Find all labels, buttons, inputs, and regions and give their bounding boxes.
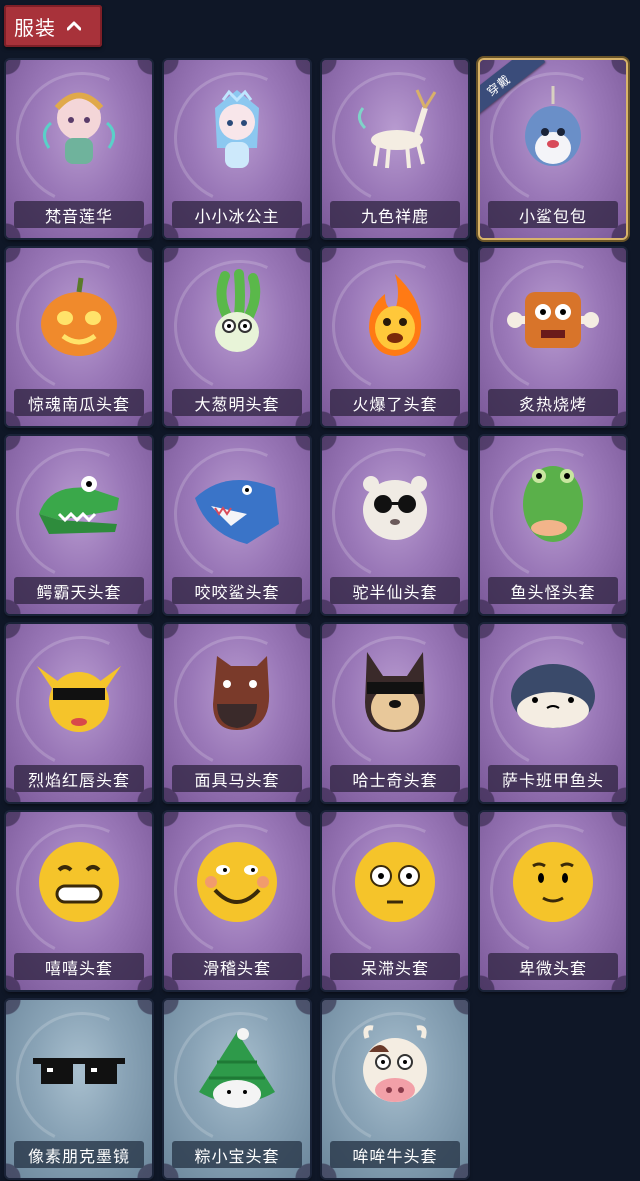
sacabambaspis-fish-head-icon <box>503 642 603 742</box>
costume-name: 九色祥鹿 <box>360 206 429 226</box>
costume-card[interactable]: 面具马头套 <box>164 624 310 802</box>
card-name-bar: 像素朋克墨镜 <box>14 1141 144 1168</box>
costume-name: 鳄霸天头套 <box>36 582 122 602</box>
card-name-bar: 呆滞头套 <box>330 953 460 980</box>
costume-card[interactable]: 粽小宝头套 <box>164 1000 310 1178</box>
bbq-meat-head-icon <box>503 266 603 366</box>
costume-name: 炙热烧烤 <box>518 394 587 414</box>
pumpkin-head-icon <box>29 266 129 366</box>
costume-card[interactable]: 哈士奇头套 <box>322 624 468 802</box>
costume-name: 哞哞牛头套 <box>352 1146 438 1166</box>
little-shark-bag-icon <box>503 78 603 178</box>
shark-head-icon <box>187 454 287 554</box>
dazed-emoji-head-icon <box>345 830 445 930</box>
costume-name: 梵音莲华 <box>44 206 113 226</box>
fish-monster-head-icon <box>503 454 603 554</box>
card-name-bar: 烈焰红唇头套 <box>14 765 144 792</box>
lotus-fairy-character-icon <box>29 78 129 178</box>
card-name-bar: 粽小宝头套 <box>172 1141 302 1168</box>
costume-name: 烈焰红唇头套 <box>27 770 130 790</box>
costume-card[interactable]: 小鲨包包 穿戴 <box>480 60 626 238</box>
costume-name: 呆滞头套 <box>360 958 429 978</box>
card-name-bar: 咬咬鲨头套 <box>172 577 302 604</box>
costume-card[interactable]: 驼半仙头套 <box>322 436 468 614</box>
costume-name: 滑稽头套 <box>202 958 271 978</box>
card-name-bar: 梵音莲华 <box>14 201 144 228</box>
costume-card[interactable]: 卑微头套 <box>480 812 626 990</box>
costume-card[interactable]: 像素朋克墨镜 <box>6 1000 152 1178</box>
zongzi-head-icon <box>187 1018 287 1118</box>
green-onion-head-icon <box>187 266 287 366</box>
costume-card[interactable]: 咬咬鲨头套 <box>164 436 310 614</box>
costume-grid: 梵音莲华 小小冰公主 九色祥鹿 小鲨包包 穿戴惊魂南瓜头套 大葱明头套 火爆了头套 炙热烧烤鳄… <box>0 0 640 1181</box>
costume-name: 大葱明头套 <box>194 394 280 414</box>
costume-name: 面具马头套 <box>194 770 280 790</box>
nine-color-deer-icon <box>345 78 445 178</box>
costume-card[interactable]: 炙热烧烤 <box>480 248 626 426</box>
costume-name: 哈士奇头套 <box>352 770 438 790</box>
card-name-bar: 大葱明头套 <box>172 389 302 416</box>
pixel-sunglasses-icon <box>29 1018 129 1118</box>
costume-card[interactable]: 九色祥鹿 <box>322 60 468 238</box>
costume-name: 小小冰公主 <box>194 206 280 226</box>
card-name-bar: 鳄霸天头套 <box>14 577 144 604</box>
costume-name: 惊魂南瓜头套 <box>27 394 130 414</box>
funny-smile-emoji-head-icon <box>187 830 287 930</box>
costume-name: 粽小宝头套 <box>194 1146 280 1166</box>
card-name-bar: 惊魂南瓜头套 <box>14 389 144 416</box>
card-name-bar: 炙热烧烤 <box>488 389 618 416</box>
card-name-bar: 小鲨包包 <box>488 201 618 228</box>
costume-card[interactable]: 呆滞头套 <box>322 812 468 990</box>
card-name-bar: 驼半仙头套 <box>330 577 460 604</box>
costume-card[interactable]: 鱼头怪头套 <box>480 436 626 614</box>
costume-card[interactable]: 梵音莲华 <box>6 60 152 238</box>
costume-card[interactable]: 大葱明头套 <box>164 248 310 426</box>
horse-mask-head-icon <box>187 642 287 742</box>
card-name-bar: 鱼头怪头套 <box>488 577 618 604</box>
costume-name: 萨卡班甲鱼头 <box>501 770 604 790</box>
costume-card[interactable]: 萨卡班甲鱼头 <box>480 624 626 802</box>
card-name-bar: 哞哞牛头套 <box>330 1141 460 1168</box>
costume-name: 鱼头怪头套 <box>510 582 596 602</box>
card-name-bar: 九色祥鹿 <box>330 201 460 228</box>
costume-name: 火爆了头套 <box>352 394 438 414</box>
card-name-bar: 嘻嘻头套 <box>14 953 144 980</box>
card-name-bar: 卑微头套 <box>488 953 618 980</box>
card-name-bar: 哈士奇头套 <box>330 765 460 792</box>
card-name-bar: 面具马头套 <box>172 765 302 792</box>
costume-card[interactable]: 烈焰红唇头套 <box>6 624 152 802</box>
card-name-bar: 小小冰公主 <box>172 201 302 228</box>
costume-card[interactable]: 火爆了头套 <box>322 248 468 426</box>
card-name-bar: 滑稽头套 <box>172 953 302 980</box>
costume-card[interactable]: 小小冰公主 <box>164 60 310 238</box>
costume-name: 驼半仙头套 <box>352 582 438 602</box>
costume-card[interactable]: 鳄霸天头套 <box>6 436 152 614</box>
yellow-mouse-sunglasses-head-icon <box>29 642 129 742</box>
humble-emoji-head-icon <box>503 830 603 930</box>
alpaca-sunglasses-head-icon <box>345 454 445 554</box>
costume-card[interactable]: 哞哞牛头套 <box>322 1000 468 1178</box>
husky-sunglasses-head-icon <box>345 642 445 742</box>
costume-name: 小鲨包包 <box>518 206 587 226</box>
costume-name: 像素朋克墨镜 <box>27 1146 130 1166</box>
fire-head-icon <box>345 266 445 366</box>
ice-princess-character-icon <box>187 78 287 178</box>
card-name-bar: 火爆了头套 <box>330 389 460 416</box>
costume-name: 卑微头套 <box>518 958 587 978</box>
cow-head-icon <box>345 1018 445 1118</box>
costume-name: 咬咬鲨头套 <box>194 582 280 602</box>
grinning-emoji-head-icon <box>29 830 129 930</box>
costume-card[interactable]: 嘻嘻头套 <box>6 812 152 990</box>
costume-card[interactable]: 滑稽头套 <box>164 812 310 990</box>
costume-card[interactable]: 惊魂南瓜头套 <box>6 248 152 426</box>
costume-name: 嘻嘻头套 <box>44 958 113 978</box>
crocodile-head-icon <box>29 454 129 554</box>
card-name-bar: 萨卡班甲鱼头 <box>488 765 618 792</box>
